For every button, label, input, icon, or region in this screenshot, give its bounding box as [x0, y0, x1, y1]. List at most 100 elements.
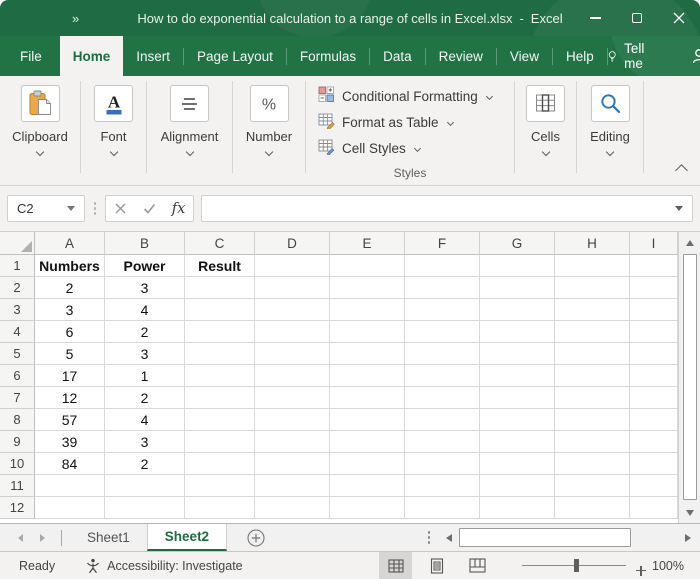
- cell-C5[interactable]: [185, 343, 255, 365]
- tab-view[interactable]: View: [497, 36, 552, 76]
- tab-insert[interactable]: Insert: [123, 36, 183, 76]
- cell-A12[interactable]: [35, 497, 105, 519]
- group-number[interactable]: %Number: [233, 76, 305, 185]
- column-header-I[interactable]: I: [630, 232, 678, 255]
- cell-F4[interactable]: [405, 321, 480, 343]
- row-header-9[interactable]: 9: [0, 431, 35, 453]
- cell-D1[interactable]: [255, 255, 330, 277]
- cell-B8[interactable]: 4: [105, 409, 185, 431]
- cell-D3[interactable]: [255, 299, 330, 321]
- cell-D2[interactable]: [255, 277, 330, 299]
- cell-G4[interactable]: [480, 321, 555, 343]
- cell-I4[interactable]: [630, 321, 678, 343]
- cell-I5[interactable]: [630, 343, 678, 365]
- column-header-H[interactable]: H: [555, 232, 630, 255]
- scroll-right-button[interactable]: [677, 524, 698, 551]
- cell-G3[interactable]: [480, 299, 555, 321]
- horizontal-scroll-thumb[interactable]: [459, 528, 631, 547]
- group-alignment[interactable]: Alignment: [147, 76, 232, 185]
- cell-F1[interactable]: [405, 255, 480, 277]
- vertical-scroll-thumb[interactable]: [683, 254, 697, 500]
- cell-A9[interactable]: 39: [35, 431, 105, 453]
- tab-page-layout[interactable]: Page Layout: [184, 36, 286, 76]
- row-header-7[interactable]: 7: [0, 387, 35, 409]
- group-font[interactable]: AFont: [81, 76, 146, 185]
- scroll-down-button[interactable]: [679, 502, 700, 523]
- tab-scrollbar-splitter[interactable]: [428, 524, 431, 551]
- cell-styles-button[interactable]: Cell Styles: [318, 135, 514, 161]
- cell-I11[interactable]: [630, 475, 678, 497]
- cell-H6[interactable]: [555, 365, 630, 387]
- cell-B3[interactable]: 4: [105, 299, 185, 321]
- cell-D10[interactable]: [255, 453, 330, 475]
- insert-function-button[interactable]: fx: [164, 196, 193, 221]
- cell-H8[interactable]: [555, 409, 630, 431]
- cell-D7[interactable]: [255, 387, 330, 409]
- maximize-button[interactable]: [616, 0, 658, 36]
- cell-C10[interactable]: [185, 453, 255, 475]
- cell-C6[interactable]: [185, 365, 255, 387]
- column-header-F[interactable]: F: [405, 232, 480, 255]
- tab-home[interactable]: Home: [60, 36, 124, 76]
- cell-C9[interactable]: [185, 431, 255, 453]
- cell-H11[interactable]: [555, 475, 630, 497]
- cell-B7[interactable]: 2: [105, 387, 185, 409]
- column-header-A[interactable]: A: [35, 232, 105, 255]
- cell-G10[interactable]: [480, 453, 555, 475]
- cell-D12[interactable]: [255, 497, 330, 519]
- cell-G1[interactable]: [480, 255, 555, 277]
- cell-H1[interactable]: [555, 255, 630, 277]
- group-cells[interactable]: Cells: [515, 76, 576, 185]
- cell-B6[interactable]: 1: [105, 365, 185, 387]
- next-sheet-button[interactable]: [40, 534, 45, 542]
- cell-A10[interactable]: 84: [35, 453, 105, 475]
- cell-E1[interactable]: [330, 255, 405, 277]
- cell-C3[interactable]: [185, 299, 255, 321]
- cell-A3[interactable]: 3: [35, 299, 105, 321]
- cell-D8[interactable]: [255, 409, 330, 431]
- formula-input[interactable]: [201, 195, 693, 222]
- cell-F2[interactable]: [405, 277, 480, 299]
- cell-I7[interactable]: [630, 387, 678, 409]
- cell-I10[interactable]: [630, 453, 678, 475]
- cell-A8[interactable]: 57: [35, 409, 105, 431]
- cell-C1[interactable]: Result: [185, 255, 255, 277]
- cell-H9[interactable]: [555, 431, 630, 453]
- cell-G2[interactable]: [480, 277, 555, 299]
- cell-C7[interactable]: [185, 387, 255, 409]
- cell-H2[interactable]: [555, 277, 630, 299]
- cell-H5[interactable]: [555, 343, 630, 365]
- accessibility-status-button[interactable]: Accessibility: Investigate: [85, 558, 242, 574]
- expand-formula-bar-icon[interactable]: [675, 206, 683, 211]
- cell-C4[interactable]: [185, 321, 255, 343]
- collapse-ribbon-button[interactable]: [675, 164, 688, 177]
- page-layout-view-button[interactable]: [420, 552, 453, 579]
- name-box[interactable]: C2: [7, 195, 85, 222]
- cell-E2[interactable]: [330, 277, 405, 299]
- select-all-corner[interactable]: [0, 232, 35, 255]
- cell-H7[interactable]: [555, 387, 630, 409]
- cell-A2[interactable]: 2: [35, 277, 105, 299]
- scroll-left-button[interactable]: [438, 524, 459, 551]
- cell-B11[interactable]: [105, 475, 185, 497]
- row-header-1[interactable]: 1: [0, 255, 35, 277]
- group-editing[interactable]: Editing: [577, 76, 643, 185]
- format-as-table-button[interactable]: Format as Table: [318, 109, 514, 135]
- cell-E4[interactable]: [330, 321, 405, 343]
- column-header-C[interactable]: C: [185, 232, 255, 255]
- cell-E3[interactable]: [330, 299, 405, 321]
- cell-D9[interactable]: [255, 431, 330, 453]
- cell-B9[interactable]: 3: [105, 431, 185, 453]
- tab-help[interactable]: Help: [553, 36, 607, 76]
- vertical-scrollbar[interactable]: [678, 232, 700, 523]
- cell-F6[interactable]: [405, 365, 480, 387]
- cell-B2[interactable]: 3: [105, 277, 185, 299]
- cell-B1[interactable]: Power: [105, 255, 185, 277]
- cell-F3[interactable]: [405, 299, 480, 321]
- cell-C8[interactable]: [185, 409, 255, 431]
- cell-A6[interactable]: 17: [35, 365, 105, 387]
- cell-E6[interactable]: [330, 365, 405, 387]
- row-header-2[interactable]: 2: [0, 277, 35, 299]
- page-break-preview-button[interactable]: [461, 552, 494, 579]
- tab-review[interactable]: Review: [426, 36, 496, 76]
